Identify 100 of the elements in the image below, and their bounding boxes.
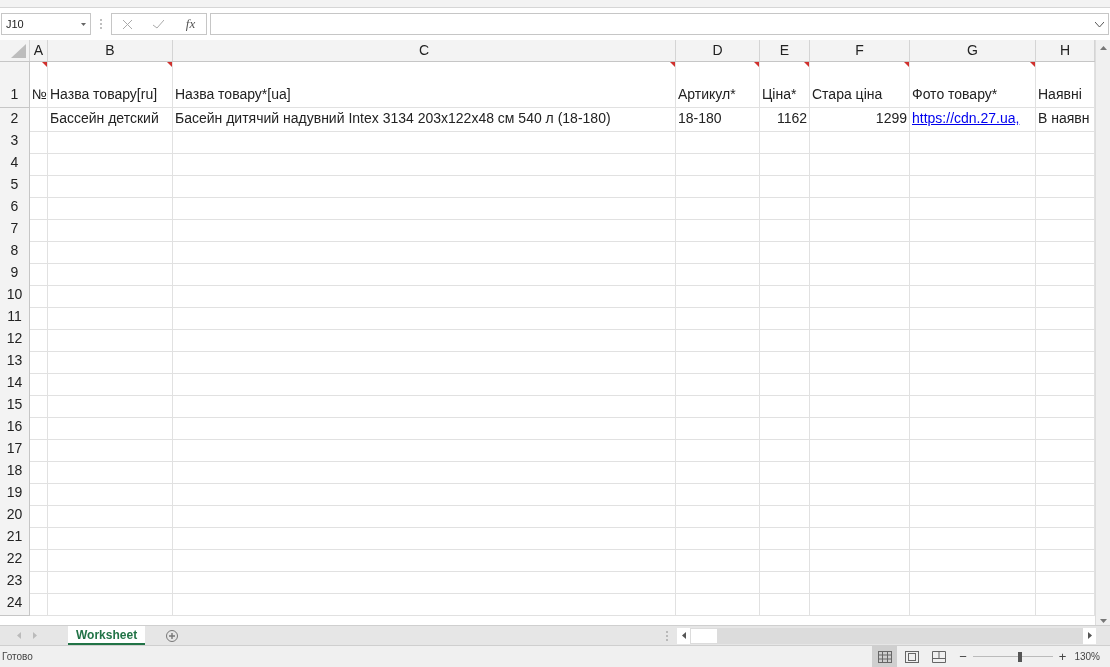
empty-cell[interactable] (48, 328, 173, 352)
empty-cell[interactable] (760, 482, 810, 506)
empty-cell[interactable] (173, 196, 676, 220)
empty-cell[interactable] (910, 218, 1036, 242)
empty-cell[interactable] (173, 570, 676, 594)
empty-cell[interactable] (910, 174, 1036, 198)
empty-cell[interactable] (30, 218, 48, 242)
empty-cell[interactable] (910, 570, 1036, 594)
empty-cell[interactable] (910, 438, 1036, 462)
empty-cell[interactable] (48, 570, 173, 594)
empty-cell[interactable] (48, 460, 173, 484)
empty-cell[interactable] (48, 174, 173, 198)
empty-cell[interactable] (30, 526, 48, 550)
scroll-left-icon[interactable] (681, 632, 686, 639)
empty-cell[interactable] (48, 504, 173, 528)
empty-cell[interactable] (810, 460, 910, 484)
empty-cell[interactable] (173, 262, 676, 286)
horizontal-scrollbar[interactable] (677, 627, 1097, 644)
empty-cell[interactable] (48, 526, 173, 550)
empty-cell[interactable] (30, 240, 48, 264)
link[interactable]: https://cdn.27.ua, (910, 108, 1020, 129)
empty-cell[interactable] (173, 240, 676, 264)
empty-cell[interactable] (48, 262, 173, 286)
empty-cell[interactable] (810, 218, 910, 242)
empty-cell[interactable] (30, 196, 48, 220)
empty-cell[interactable] (910, 328, 1036, 352)
empty-cell[interactable] (30, 372, 48, 396)
zoom-out-button[interactable]: − (959, 646, 967, 667)
empty-cell[interactable] (760, 416, 810, 440)
empty-cell[interactable] (676, 548, 760, 572)
column-header[interactable]: G (967, 40, 978, 61)
empty-cell[interactable] (910, 592, 1036, 616)
empty-cell[interactable] (910, 394, 1036, 418)
empty-cell[interactable] (810, 240, 910, 264)
empty-cell[interactable] (48, 482, 173, 506)
empty-cell[interactable] (810, 438, 910, 462)
empty-cell[interactable] (760, 394, 810, 418)
empty-cell[interactable] (676, 570, 760, 594)
empty-cell[interactable] (760, 130, 810, 154)
scrollbar-thumb[interactable] (691, 628, 718, 643)
empty-cell[interactable] (30, 306, 48, 330)
empty-cell[interactable] (173, 350, 676, 374)
expand-icon[interactable] (1095, 21, 1104, 27)
empty-cell[interactable] (30, 504, 48, 528)
empty-cell[interactable] (676, 328, 760, 352)
empty-cell[interactable] (676, 394, 760, 418)
insert-function-button[interactable]: fx (185, 14, 196, 34)
empty-cell[interactable] (676, 174, 760, 198)
empty-cell[interactable] (173, 460, 676, 484)
zoom-in-button[interactable]: + (1058, 646, 1067, 667)
empty-cell[interactable] (810, 372, 910, 396)
empty-cell[interactable] (676, 460, 760, 484)
empty-cell[interactable] (30, 482, 48, 506)
empty-cell[interactable] (48, 152, 173, 176)
empty-cell[interactable] (30, 152, 48, 176)
empty-cell[interactable] (173, 592, 676, 616)
empty-cell[interactable] (810, 152, 910, 176)
row-header[interactable]: 1 (10, 84, 19, 105)
scroll-right-icon[interactable] (1087, 632, 1092, 639)
select-all-icon[interactable] (11, 44, 26, 58)
column-header[interactable]: F (855, 40, 864, 61)
empty-cell[interactable] (910, 196, 1036, 220)
empty-cell[interactable] (30, 108, 48, 132)
empty-cell[interactable] (173, 372, 676, 396)
empty-cell[interactable] (676, 526, 760, 550)
empty-cell[interactable] (173, 482, 676, 506)
empty-cell[interactable] (810, 196, 910, 220)
empty-cell[interactable] (760, 438, 810, 462)
empty-cell[interactable] (173, 306, 676, 330)
empty-cell[interactable] (810, 284, 910, 308)
empty-cell[interactable] (760, 218, 810, 242)
zoom-slider-thumb[interactable] (1018, 651, 1023, 662)
empty-cell[interactable] (810, 394, 910, 418)
empty-cell[interactable] (48, 240, 173, 264)
column-header[interactable]: A (33, 40, 44, 61)
empty-cell[interactable] (810, 350, 910, 374)
empty-cell[interactable] (30, 416, 48, 440)
empty-cell[interactable] (676, 504, 760, 528)
empty-cell[interactable] (910, 284, 1036, 308)
empty-cell[interactable] (810, 174, 910, 198)
empty-cell[interactable] (910, 372, 1036, 396)
empty-cell[interactable] (48, 218, 173, 242)
column-header[interactable]: E (779, 40, 790, 61)
empty-cell[interactable] (48, 394, 173, 418)
empty-cell[interactable] (910, 130, 1036, 154)
empty-cell[interactable] (30, 174, 48, 198)
empty-cell[interactable] (48, 592, 173, 616)
empty-cell[interactable] (173, 548, 676, 572)
empty-cell[interactable] (173, 218, 676, 242)
empty-cell[interactable] (30, 438, 48, 462)
empty-cell[interactable] (30, 570, 48, 594)
empty-cell[interactable] (760, 240, 810, 264)
column-header[interactable]: H (1059, 40, 1071, 61)
zoom-level[interactable]: 130% (1074, 649, 1100, 664)
check-icon[interactable] (153, 19, 165, 29)
empty-cell[interactable] (810, 526, 910, 550)
column-header[interactable]: D (712, 40, 723, 61)
cancel-icon[interactable] (122, 19, 132, 29)
empty-cell[interactable] (810, 548, 910, 572)
empty-cell[interactable] (760, 262, 810, 286)
